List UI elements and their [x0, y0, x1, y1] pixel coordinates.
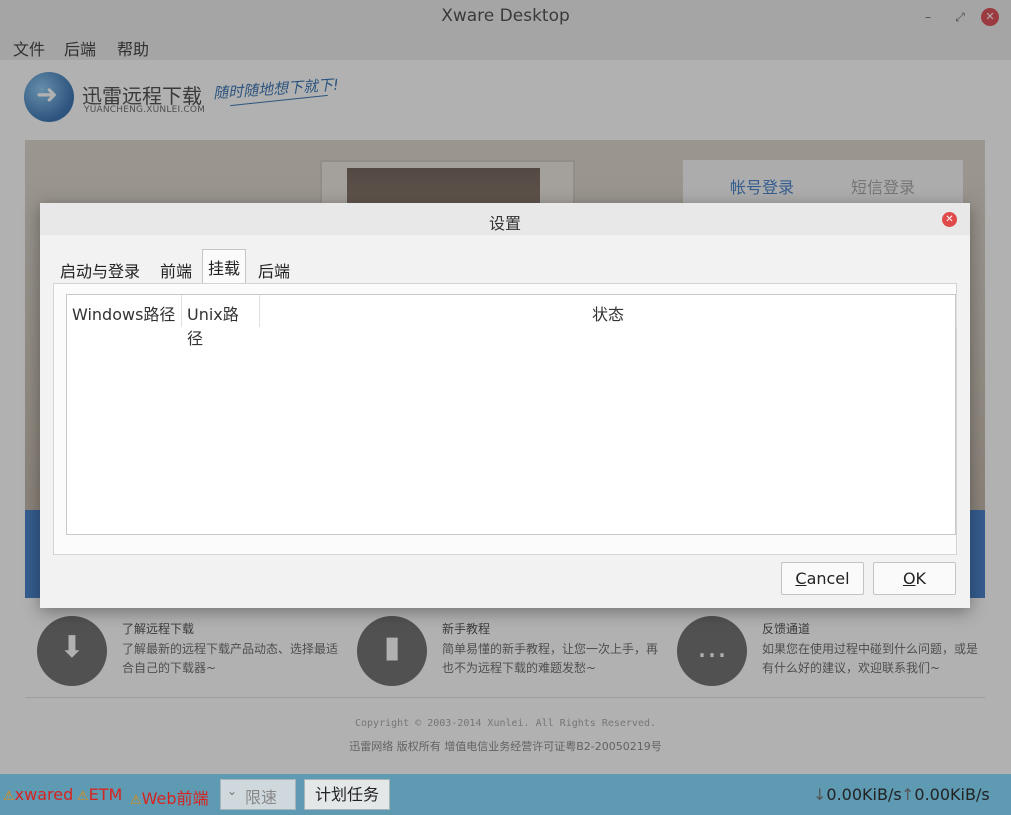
arrow-up-icon: ↑ — [901, 785, 915, 804]
arrow-down-icon: ↓ — [813, 785, 827, 804]
status-etm[interactable]: ⚠ETM — [77, 785, 122, 804]
schedule-button[interactable]: 计划任务 — [304, 779, 390, 810]
column-header-unix-path[interactable]: Unix路径 — [182, 295, 260, 348]
mount-table[interactable]: Windows路径 Unix路径 状态 — [66, 294, 957, 535]
tab-frontend[interactable]: 前端 — [155, 255, 197, 283]
speed-limit-label: 限速 — [245, 788, 278, 807]
column-header-windows-path[interactable]: Windows路径 — [67, 295, 182, 327]
chevron-down-icon: ⌄ — [227, 784, 238, 798]
download-speed: ↓0.00KiB/s — [813, 785, 902, 804]
statusbar: ⚠xwared ⚠ETM ⚠Web前端 ⌄ 限速 计划任务 ↓0.00KiB/s… — [0, 774, 1011, 815]
warning-icon: ⚠ — [77, 789, 89, 804]
tab-backend[interactable]: 后端 — [253, 255, 295, 283]
dialog-titlebar: 设置 ✕ — [40, 203, 970, 235]
speed-limit-toggle[interactable]: ⌄ 限速 — [220, 779, 296, 810]
tab-mount[interactable]: 挂载 — [202, 249, 247, 283]
ok-button[interactable]: OK — [873, 562, 956, 595]
status-web-frontend[interactable]: ⚠Web前端 — [130, 785, 209, 809]
tab-startup-login[interactable]: 启动与登录 — [55, 255, 145, 283]
mount-tab-panel: Windows路径 Unix路径 状态 — [53, 283, 957, 555]
warning-icon: ⚠ — [3, 789, 15, 804]
settings-dialog: 设置 ✕ 启动与登录 前端 挂载 后端 Windows路径 Unix路径 状态 … — [40, 203, 970, 608]
cancel-button[interactable]: Cancel — [781, 562, 864, 595]
dialog-title: 设置 — [488, 214, 521, 233]
status-xwared[interactable]: ⚠xwared — [3, 785, 73, 804]
warning-icon: ⚠ — [130, 793, 142, 808]
close-icon: ✕ — [945, 214, 954, 225]
dialog-close-button[interactable]: ✕ — [942, 212, 957, 227]
upload-speed: ↑0.00KiB/s — [901, 785, 990, 804]
column-header-status[interactable]: 状态 — [260, 295, 957, 327]
